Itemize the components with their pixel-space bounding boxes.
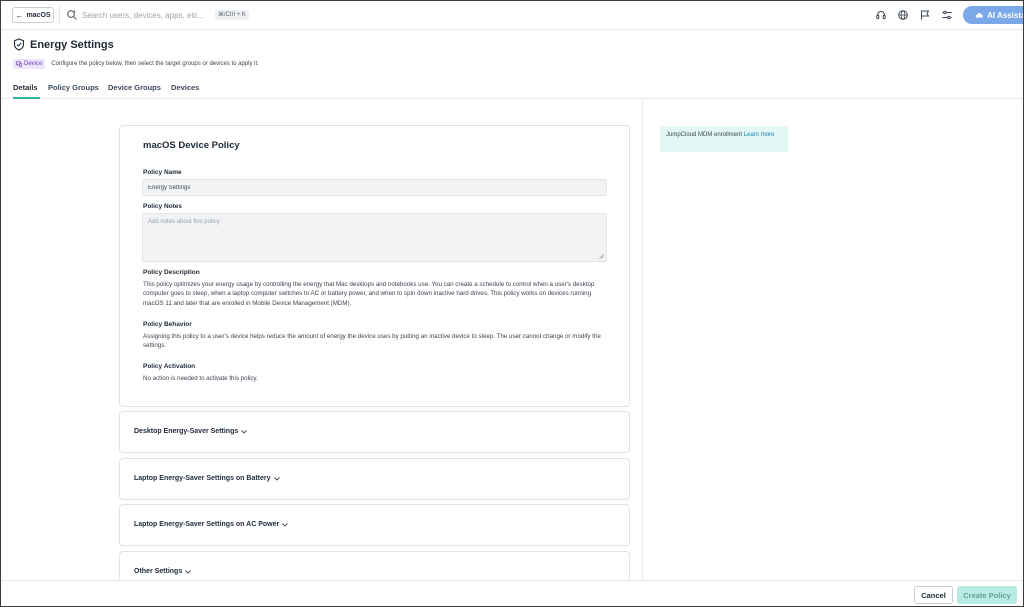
policy-activation-text: No action is needed to activate this pol… — [143, 375, 258, 382]
section-title: Laptop Energy-Saver Settings on Battery — [134, 475, 271, 482]
policy-notes-textarea[interactable]: Add notes about this policy — [142, 213, 607, 262]
page-subtitle: Configure the policy below, then select … — [51, 61, 259, 67]
mdm-info-box: JumpCloud MDM enrollment Learn more — [660, 126, 788, 152]
mdm-info-text: JumpCloud MDM enrollment — [666, 132, 743, 138]
tab-bar: Details Policy Groups Device Groups Devi… — [1, 75, 1023, 99]
active-tab-indicator — [13, 97, 40, 99]
page-subheader: Device Configure the policy below, then … — [13, 59, 259, 69]
device-badge: Device — [13, 59, 46, 69]
column-divider — [642, 100, 643, 581]
search-input[interactable]: Search users, devices, apps, etc... — [82, 11, 204, 20]
create-policy-button[interactable]: Create Policy — [957, 586, 1017, 604]
cancel-button[interactable]: Cancel — [914, 586, 953, 604]
page-header: Energy Settings — [13, 38, 114, 51]
app-window: ← macOS Search users, devices, apps, etc… — [0, 0, 1024, 607]
tab-device-groups[interactable]: Device Groups — [108, 83, 161, 92]
policy-description-label: Policy Description — [143, 269, 200, 276]
cloud-icon — [975, 13, 983, 18]
top-bar: ← macOS Search users, devices, apps, etc… — [1, 1, 1023, 30]
section-header: Laptop Energy-Saver Settings on AC Power — [134, 521, 289, 528]
section-title: Desktop Energy-Saver Settings — [134, 428, 239, 435]
ai-assistant-button[interactable]: AI Assistant — [963, 6, 1023, 24]
policy-notes-placeholder: Add notes about this policy — [148, 219, 220, 225]
globe-icon[interactable] — [897, 9, 909, 21]
policy-name-input[interactable] — [142, 179, 607, 196]
chevron-down-icon — [241, 429, 248, 434]
policy-activation-label: Policy Activation — [143, 363, 196, 370]
footer-bar: Cancel Create Policy — [1, 580, 1023, 606]
tab-devices[interactable]: Devices — [171, 83, 199, 92]
headset-icon[interactable] — [875, 9, 887, 21]
chevron-down-icon — [185, 569, 192, 574]
policy-notes-label: Policy Notes — [143, 203, 183, 210]
section-title: Other Settings — [134, 568, 183, 575]
device-badge-label: Device — [24, 61, 43, 67]
back-button[interactable]: ← macOS — [12, 7, 54, 23]
chevron-down-icon — [282, 522, 289, 527]
device-icon — [16, 61, 22, 67]
shield-check-icon — [13, 38, 25, 51]
section-header: Other Settings — [134, 568, 192, 575]
back-button-label: macOS — [26, 11, 51, 19]
policy-description-text: This policy optimizes your energy usage … — [143, 281, 595, 307]
divider — [59, 6, 60, 24]
policy-card: macOS Device Policy Policy Name Policy N… — [119, 125, 630, 407]
laptop-battery-section[interactable]: Laptop Energy-Saver Settings on Battery — [119, 458, 630, 500]
tab-details[interactable]: Details — [13, 83, 38, 92]
flag-icon[interactable] — [919, 9, 931, 21]
chevron-down-icon — [273, 476, 280, 481]
learn-more-link[interactable]: Learn more — [744, 132, 775, 138]
policy-behavior-text: Assigning this policy to a user's device… — [143, 333, 601, 350]
laptop-ac-power-section[interactable]: Laptop Energy-Saver Settings on AC Power — [119, 504, 630, 546]
arrow-left-icon: ← — [15, 10, 24, 20]
card-title: macOS Device Policy — [143, 140, 240, 151]
search-icon[interactable] — [66, 9, 78, 21]
section-header: Desktop Energy-Saver Settings — [134, 428, 248, 435]
page-title: Energy Settings — [30, 38, 114, 51]
settings-sliders-icon[interactable] — [941, 9, 953, 21]
resize-handle-icon[interactable] — [599, 254, 604, 259]
tab-policy-groups[interactable]: Policy Groups — [48, 83, 99, 92]
section-header: Laptop Energy-Saver Settings on Battery — [134, 475, 281, 482]
ai-assistant-label: AI Assistant — [987, 10, 1023, 20]
policy-name-label: Policy Name — [143, 169, 182, 176]
search-shortcut-hint: ⌘/Ctrl + K — [215, 10, 249, 20]
desktop-energy-saver-section[interactable]: Desktop Energy-Saver Settings — [119, 411, 630, 453]
section-title: Laptop Energy-Saver Settings on AC Power — [134, 521, 280, 528]
policy-behavior-label: Policy Behavior — [143, 321, 192, 328]
